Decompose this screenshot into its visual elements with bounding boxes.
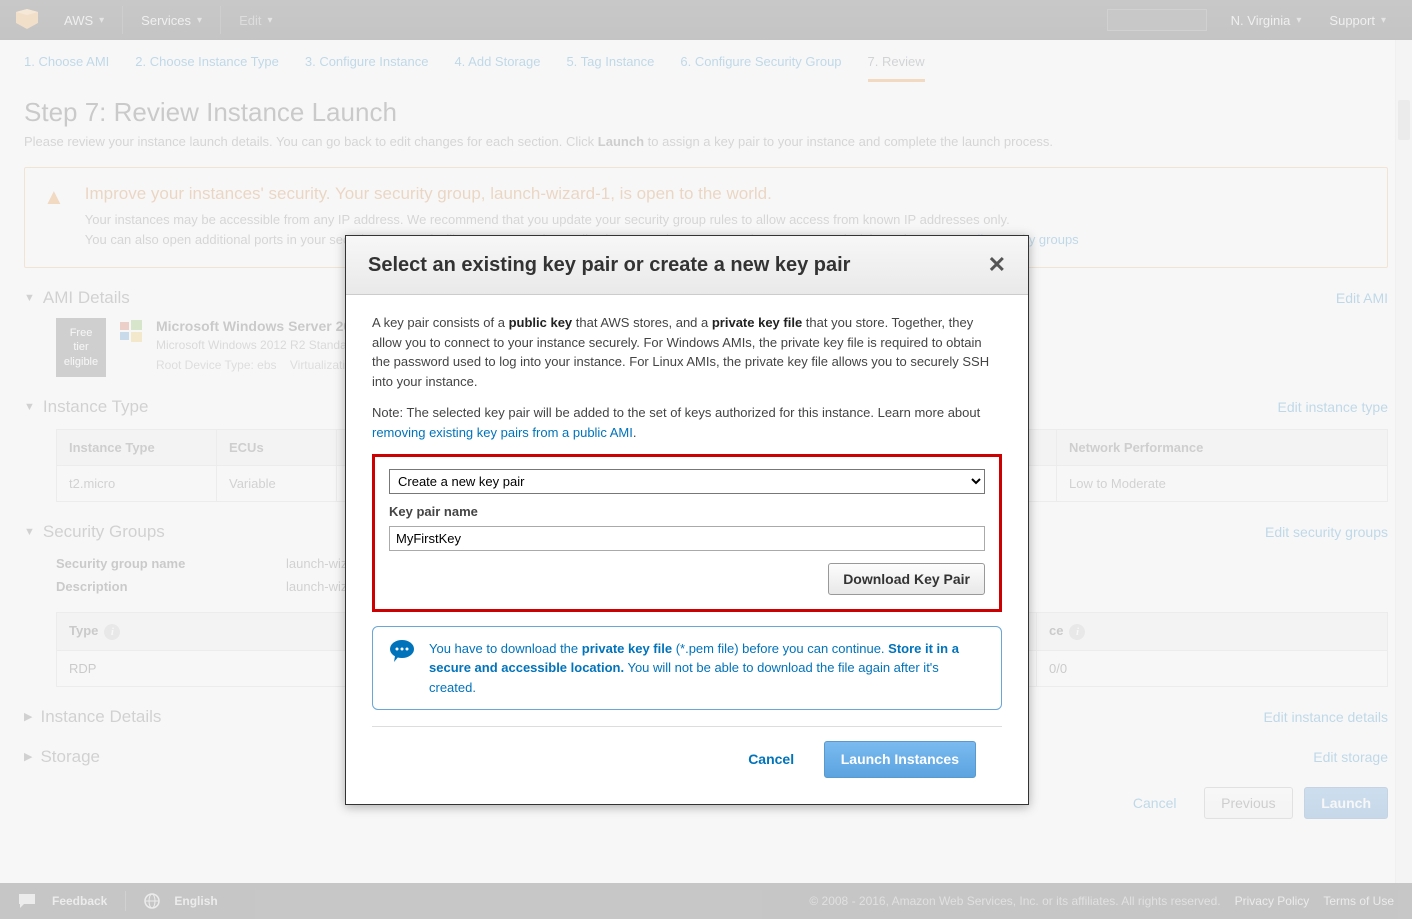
modal-p1: A key pair consists of a public key that… <box>372 313 1002 391</box>
note-b1: private key file <box>582 641 672 656</box>
download-key-pair-button[interactable]: Download Key Pair <box>828 563 985 595</box>
note-c: (*.pem file) before you can continue. <box>672 641 888 656</box>
modal-body: A key pair consists of a public key that… <box>346 295 1028 804</box>
key-pair-highlight-box: Create a new key pair Key pair name Down… <box>372 454 1002 612</box>
key-pair-name-input[interactable] <box>389 526 985 551</box>
modal-header: Select an existing key pair or create a … <box>346 236 1028 295</box>
p1-a: A key pair consists of a <box>372 315 509 330</box>
modal-cancel-button[interactable]: Cancel <box>732 742 810 777</box>
p1-b2: private key file <box>712 315 802 330</box>
close-icon[interactable]: ✕ <box>988 252 1006 278</box>
key-pair-name-label: Key pair name <box>389 502 985 522</box>
chat-bubble-icon <box>389 639 415 663</box>
removing-key-pairs-link[interactable]: removing existing key pairs from a publi… <box>372 425 633 440</box>
download-warning-note: You have to download the private key fil… <box>372 626 1002 711</box>
launch-instances-button[interactable]: Launch Instances <box>824 741 976 778</box>
p2-b: . <box>633 425 637 440</box>
key-pair-option-select[interactable]: Create a new key pair <box>389 469 985 494</box>
p1-b1: public key <box>509 315 573 330</box>
modal-footer: Cancel Launch Instances <box>372 726 1002 796</box>
modal-title: Select an existing key pair or create a … <box>368 254 850 277</box>
note-a: You have to download the <box>429 641 582 656</box>
modal-p2: Note: The selected key pair will be adde… <box>372 403 1002 442</box>
p1-c: that AWS stores, and a <box>572 315 712 330</box>
note-text: You have to download the private key fil… <box>429 639 985 698</box>
key-pair-modal: Select an existing key pair or create a … <box>345 235 1029 805</box>
p2-a: Note: The selected key pair will be adde… <box>372 405 980 420</box>
